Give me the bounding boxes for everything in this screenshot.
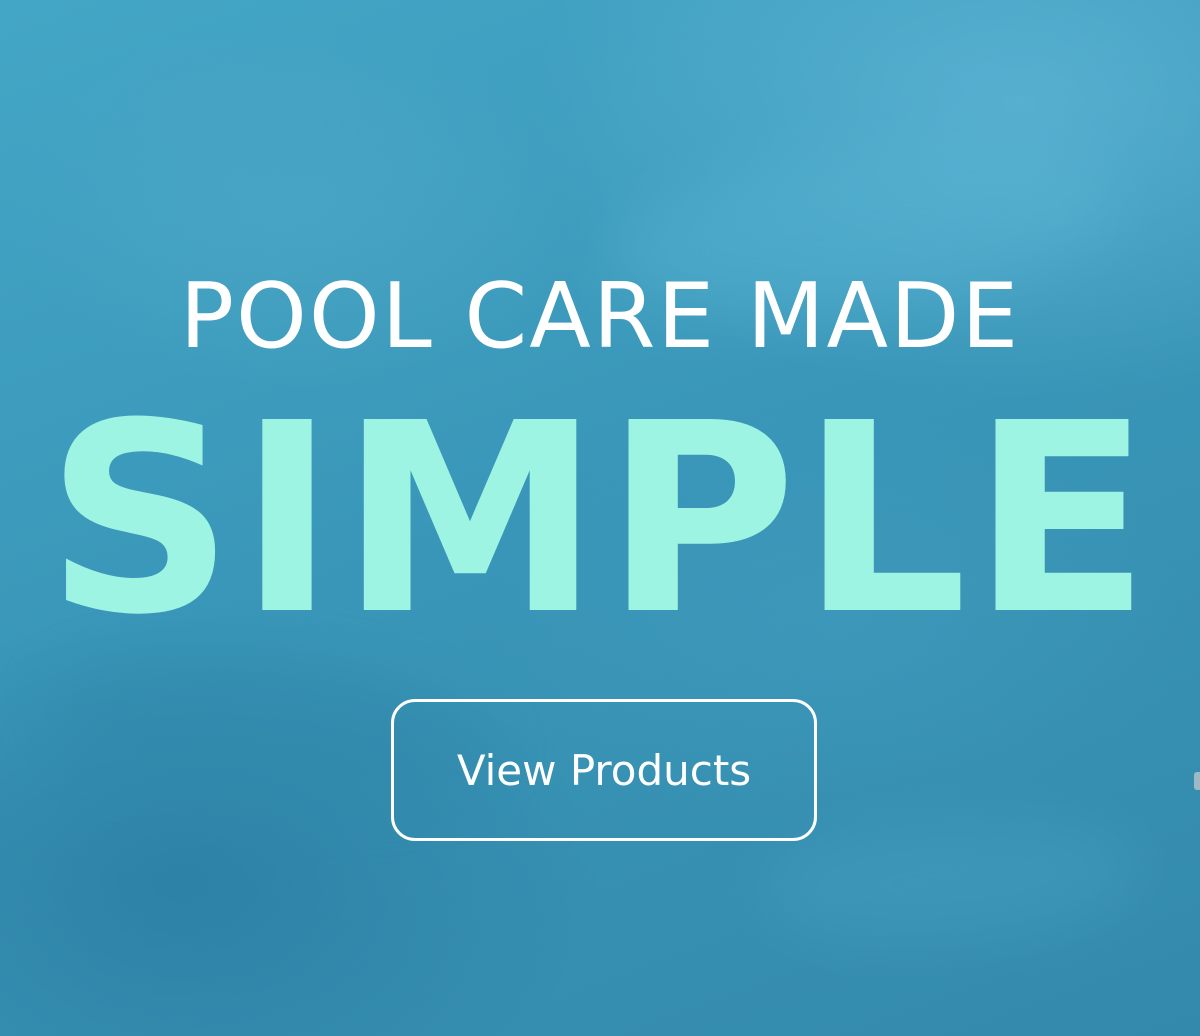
water-ripple — [756, 806, 1144, 954]
hero-headline-line2: SIMPLE — [45, 367, 1155, 672]
water-ripple — [112, 34, 428, 196]
hero-headline-line1: POOL CARE MADE — [179, 264, 1021, 369]
hero-banner: POOL CARE MADE SIMPLE View Products — [0, 0, 1200, 1036]
carousel-edge-indicator[interactable] — [1194, 772, 1200, 790]
view-products-button[interactable]: View Products — [391, 699, 817, 841]
